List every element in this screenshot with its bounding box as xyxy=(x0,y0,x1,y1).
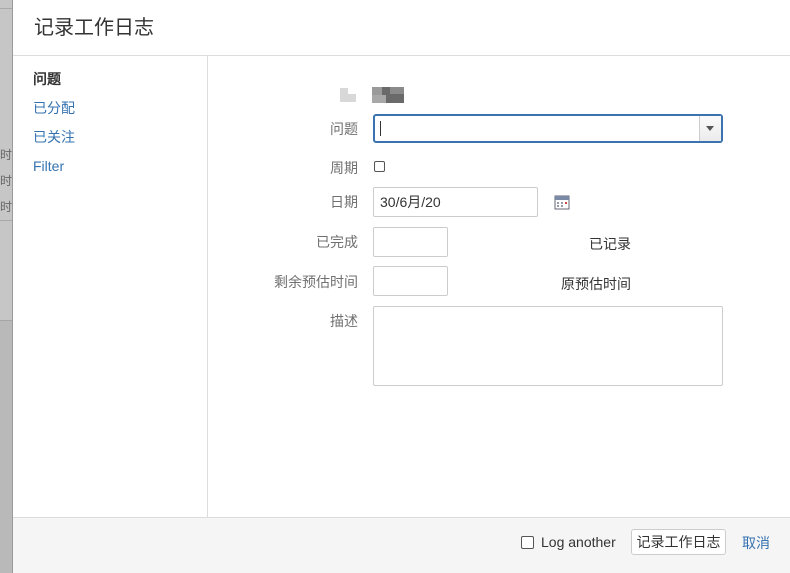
remaining-estimate-label: 剩余预估时间 xyxy=(274,274,358,290)
log-another-checkbox[interactable] xyxy=(521,536,534,549)
date-label: 日期 xyxy=(330,194,358,210)
issue-preview-placeholder xyxy=(340,86,410,106)
chevron-down-icon xyxy=(706,126,714,131)
dialog-footer: Log another 记录工作日志 取消 xyxy=(13,517,790,573)
period-label: 周期 xyxy=(330,160,358,176)
log-work-dialog: 记录工作日志 问题 已分配 已关注 Filter 问题 周期 日期 30/6月/… xyxy=(12,0,790,573)
cancel-link[interactable]: 取消 xyxy=(742,534,770,552)
description-label: 描述 xyxy=(330,313,358,329)
sidebar-item-assigned[interactable]: 已分配 xyxy=(33,99,75,117)
background-row-label: 时 xyxy=(0,200,13,214)
sidebar-item-issues[interactable]: 问题 xyxy=(33,70,61,88)
sidebar-item-filter[interactable]: Filter xyxy=(33,157,64,175)
background-row-label: 时 xyxy=(0,174,13,188)
remaining-estimate-field[interactable] xyxy=(373,266,448,296)
description-textarea[interactable] xyxy=(373,306,723,386)
issue-source-sidebar: 问题 已分配 已关注 Filter xyxy=(13,56,208,517)
log-another-label[interactable]: Log another xyxy=(541,533,616,551)
date-field[interactable]: 30/6月/20 xyxy=(373,187,538,217)
log-work-button[interactable]: 记录工作日志 xyxy=(631,529,726,555)
issue-picker[interactable] xyxy=(373,114,723,143)
time-spent-field[interactable] xyxy=(373,227,448,257)
dialog-header: 记录工作日志 xyxy=(13,0,790,56)
time-logged-label: 已记录 xyxy=(589,236,631,252)
calendar-icon[interactable] xyxy=(554,194,570,210)
period-checkbox[interactable] xyxy=(374,161,385,172)
sidebar-item-watched[interactable]: 已关注 xyxy=(33,128,75,146)
text-cursor xyxy=(380,121,381,136)
issue-dropdown-button[interactable] xyxy=(699,116,721,141)
time-spent-label: 已完成 xyxy=(316,234,358,250)
issue-input[interactable] xyxy=(375,116,695,141)
dialog-title: 记录工作日志 xyxy=(34,17,154,39)
background-row-label: 时 xyxy=(0,148,13,162)
log-work-form: 问题 周期 日期 30/6月/20 已完成 已记录 剩余预估时间 原预估时间 描… xyxy=(208,56,790,517)
issue-label: 问题 xyxy=(330,121,358,137)
original-estimate-label: 原预估时间 xyxy=(561,276,631,292)
